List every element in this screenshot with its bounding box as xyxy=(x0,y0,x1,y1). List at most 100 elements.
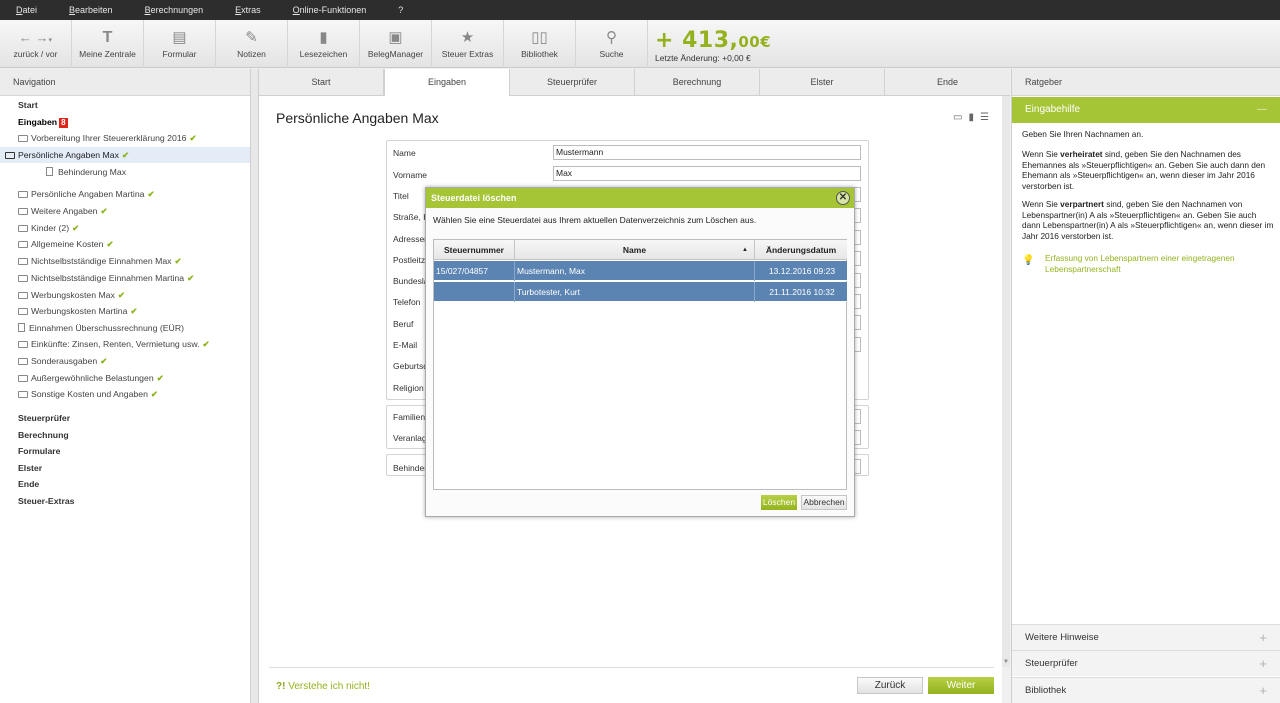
nav-ende[interactable]: Ende xyxy=(0,476,250,492)
column-name[interactable]: Name ▲ xyxy=(515,240,755,260)
nav-werbungskosten-martina[interactable]: Werbungskosten Martina ✔ xyxy=(0,303,250,319)
back-button[interactable]: Zurück xyxy=(857,677,923,694)
folder-icon xyxy=(18,292,28,299)
bookmark-icon[interactable]: ▮ xyxy=(968,112,974,123)
menu-berechnungen[interactable]: Berechnungen xyxy=(145,5,204,15)
nav-label: Persönliche Angaben Martina xyxy=(31,189,145,199)
folder-open-icon xyxy=(5,152,15,159)
nav-euer[interactable]: Einnahmen Überschussrechnung (EÜR) xyxy=(0,320,250,336)
column-steuernummer[interactable]: Steuernummer xyxy=(434,240,515,260)
menu-bearbeiten[interactable]: Bearbeiten xyxy=(69,5,113,15)
field-label-telefon: Telefon xyxy=(393,297,421,307)
bibliothek-label: Bibliothek xyxy=(521,49,558,59)
nav-persoenliche-martina[interactable]: Persönliche Angaben Martina ✔ xyxy=(0,186,250,202)
accordion-steuerpruefer[interactable]: Steuerprüfer + xyxy=(1012,650,1280,676)
accordion-label: Steuerprüfer xyxy=(1025,658,1078,669)
nav-formulare[interactable]: Formulare xyxy=(0,443,250,459)
meine-zentrale-label: Meine Zentrale xyxy=(79,49,136,59)
menu-help[interactable]: ? xyxy=(398,5,403,15)
lebenspartner-link[interactable]: Erfassung von Lebenspartnern einer einge… xyxy=(1045,253,1265,274)
lesezeichen-button[interactable]: ▮ Lesezeichen xyxy=(288,20,360,68)
document-icon xyxy=(46,167,53,176)
nav-start[interactable]: Start xyxy=(0,97,250,113)
cancel-button[interactable]: Abbrechen xyxy=(801,495,847,510)
back-forward-button[interactable]: ← →▾ zurück / vor xyxy=(0,20,72,68)
check-icon: ✔ xyxy=(130,306,138,316)
close-icon[interactable]: ✕ xyxy=(836,191,850,205)
nav-berechnung[interactable]: Berechnung xyxy=(0,427,250,443)
nav-sonderausgaben[interactable]: Sonderausgaben ✔ xyxy=(0,353,250,369)
delete-button[interactable]: Löschen xyxy=(761,495,797,510)
nav-label: Sonstige Kosten und Angaben xyxy=(31,389,148,399)
check-icon: ✔ xyxy=(121,150,130,160)
refund-main: + 413, xyxy=(655,28,739,53)
tab-steuerpruefer[interactable]: Steuerprüfer xyxy=(510,69,635,96)
verstehe-label: Verstehe ich nicht! xyxy=(288,681,370,692)
nav-elster[interactable]: Elster xyxy=(0,460,250,476)
help-text-1: Geben Sie Ihren Nachnamen an. xyxy=(1022,129,1144,139)
belegmanager-button[interactable]: ▣ BelegManager xyxy=(360,20,432,68)
scroll-down-icon[interactable]: ▼ xyxy=(1002,659,1010,667)
verstehe-ich-nicht-link[interactable]: ?! Verstehe ich nicht! xyxy=(276,681,370,692)
nav-nse-martina[interactable]: Nichtselbstständige Einnahmen Martina ✔ xyxy=(0,270,250,286)
formular-button[interactable]: ▤ Formular xyxy=(144,20,216,68)
nav-label: Allgemeine Kosten xyxy=(31,239,104,249)
nav-sonstige[interactable]: Sonstige Kosten und Angaben ✔ xyxy=(0,386,250,402)
nav-werbungskosten-max[interactable]: Werbungskosten Max ✔ xyxy=(0,287,250,303)
nav-steuerpruefer[interactable]: Steuerprüfer xyxy=(0,410,250,426)
eingabehilfe-header[interactable]: Eingabehilfe — xyxy=(1012,97,1280,123)
nav-behinderung-max[interactable]: Behinderung Max xyxy=(0,164,250,180)
vorname-input[interactable]: Max xyxy=(553,166,861,181)
nav-allgemeine-kosten[interactable]: Allgemeine Kosten ✔ xyxy=(0,236,250,252)
receipt-icon: ▣ xyxy=(388,29,403,46)
tab-eingaben[interactable]: Eingaben xyxy=(384,69,510,97)
list-icon[interactable]: ☰ xyxy=(980,112,989,123)
dialog-title-bar: Steuerdatei löschen ✕ xyxy=(426,188,854,208)
document-icon xyxy=(18,323,25,332)
folder-icon xyxy=(18,135,28,142)
check-icon: ✔ xyxy=(150,389,159,399)
menu-bar: Datei Bearbeiten Berechnungen Extras Onl… xyxy=(0,0,1280,20)
steuer-extras-button[interactable]: ★ Steuer Extras xyxy=(432,20,504,68)
collapse-icon[interactable]: — xyxy=(1257,97,1267,123)
navigation-scrollbar[interactable] xyxy=(251,69,259,703)
menu-extras[interactable]: Extras xyxy=(235,5,261,15)
accordion-weitere-hinweise[interactable]: Weitere Hinweise + xyxy=(1012,624,1280,650)
table-row[interactable]: 15/027/04857 Mustermann, Max 13.12.2016 … xyxy=(434,261,847,281)
meine-zentrale-button[interactable]: T Meine Zentrale xyxy=(72,20,144,68)
column-aenderungsdatum[interactable]: Änderungsdatum xyxy=(755,240,847,260)
nav-kinder[interactable]: Kinder (2) ✔ xyxy=(0,220,250,236)
nav-eingaben[interactable]: Eingaben 8 xyxy=(0,114,250,130)
menu-datei[interactable]: Datei xyxy=(16,5,37,15)
suche-button[interactable]: ⚲ Suche xyxy=(576,20,648,68)
name-input[interactable]: Mustermann xyxy=(553,145,861,160)
folder-icon xyxy=(18,208,28,215)
nav-label: Einkünfte: Zinsen, Renten, Vermietung us… xyxy=(31,339,200,349)
help-text-3-pre: Wenn Sie xyxy=(1022,199,1061,209)
table-row[interactable]: Turbotester, Kurt 21.11.2016 10:32 xyxy=(434,282,847,302)
nav-einkuenfte[interactable]: Einkünfte: Zinsen, Renten, Vermietung us… xyxy=(0,336,250,352)
menu-online-funktionen[interactable]: Online-Funktionen xyxy=(293,5,367,15)
check-icon: ✔ xyxy=(202,339,210,349)
nav-nse-max[interactable]: Nichtselbstständige Einnahmen Max ✔ xyxy=(0,253,250,269)
nav-weitere-angaben[interactable]: Weitere Angaben ✔ xyxy=(0,203,250,219)
bibliothek-button[interactable]: ▯▯ Bibliothek xyxy=(504,20,576,68)
nav-label: Einnahmen Überschussrechnung (EÜR) xyxy=(29,323,185,333)
tab-ende[interactable]: Ende xyxy=(885,69,1010,96)
tab-start[interactable]: Start xyxy=(259,69,384,96)
tab-elster[interactable]: Elster xyxy=(760,69,885,96)
notizen-button[interactable]: ✎ Notizen xyxy=(216,20,288,68)
content-scrollbar[interactable]: ▼ xyxy=(1002,96,1010,667)
suche-label: Suche xyxy=(599,49,624,59)
nav-steuer-extras[interactable]: Steuer-Extras xyxy=(0,493,250,509)
nav-persoenliche-max[interactable]: Persönliche Angaben Max ✔ xyxy=(0,147,250,163)
next-button[interactable]: Weiter xyxy=(928,677,994,694)
accordion-bibliothek[interactable]: Bibliothek + xyxy=(1012,677,1280,703)
last-change: Letzte Änderung: +0,00 € xyxy=(655,53,751,63)
comment-icon[interactable]: ▭ xyxy=(953,112,962,123)
nav-aussergewoehnliche[interactable]: Außergewöhnliche Belastungen ✔ xyxy=(0,370,250,386)
nav-label: Sonderausgaben xyxy=(31,356,98,366)
nav-vorbereitung[interactable]: Vorbereitung Ihrer Steuererklärung 2016 ✔ xyxy=(0,130,250,146)
tab-berechnung[interactable]: Berechnung xyxy=(635,69,760,96)
help-text-3: Wenn Sie verpartnert sind, geben Sie den… xyxy=(1022,199,1276,241)
